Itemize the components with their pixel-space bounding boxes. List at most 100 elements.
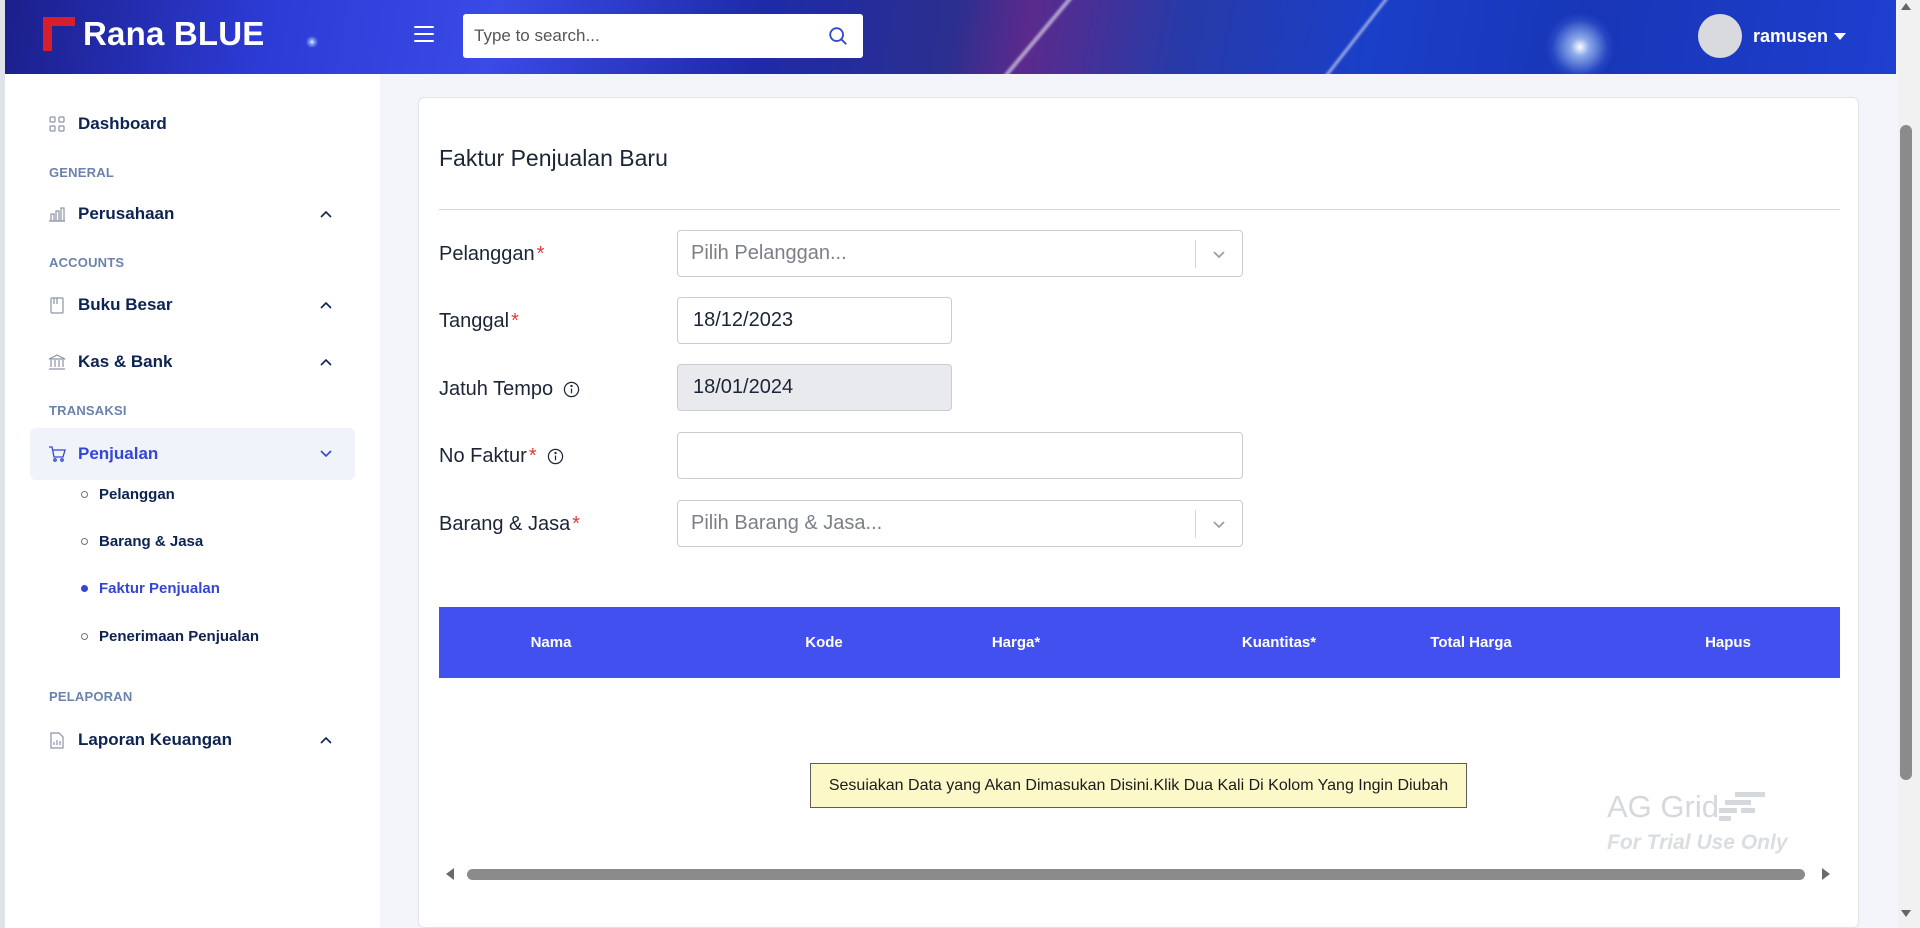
bank-icon	[48, 353, 66, 371]
invoice-form-card: Faktur Penjualan Baru Pelanggan * Pilih P…	[418, 97, 1859, 928]
sidebar-item-label: Kas & Bank	[78, 352, 173, 371]
grid-column-harga[interactable]: Harga*	[992, 634, 1040, 651]
chevron-up-icon	[320, 736, 332, 744]
info-icon[interactable]	[563, 381, 580, 398]
sidebar-item-perusahaan[interactable]: Perusahaan	[30, 188, 355, 240]
grid-column-nama[interactable]: Nama	[531, 634, 572, 651]
grid-watermark: AG Grid For Trial Use Only	[1607, 789, 1788, 855]
sidebar-subitem[interactable]: Barang & Jasa	[81, 528, 203, 554]
no-faktur-label: No Faktur *	[439, 445, 564, 468]
select-placeholder: Pilih Barang & Jasa...	[691, 512, 883, 534]
grid-icon	[48, 115, 66, 133]
page-scrollbar-thumb[interactable]	[1900, 125, 1912, 780]
grid-header: Nama Kode Harga* Kuantitas* Total Harga …	[439, 607, 1840, 678]
section-label-general: GENERAL	[49, 165, 114, 180]
pelanggan-label: Pelanggan *	[439, 243, 544, 266]
sidebar-item-label: Laporan Keuangan	[78, 730, 232, 749]
tanggal-label: Tanggal *	[439, 310, 519, 333]
horizontal-scrollbar-thumb[interactable]	[467, 869, 1805, 880]
header-decor-glow	[305, 35, 319, 49]
sidebar-subitem-label: Pelanggan	[99, 485, 175, 503]
sidebar-item-label: Penjualan	[78, 444, 159, 463]
brand-name: Rana BLUE	[83, 15, 265, 52]
dot-icon	[81, 490, 88, 498]
grid-column-kode[interactable]: Kode	[805, 634, 843, 651]
search-box	[463, 14, 863, 58]
grid-column-hapus[interactable]: Hapus	[1705, 634, 1751, 651]
chevron-down-icon	[1213, 250, 1225, 258]
grid-column-kuantitas[interactable]: Kuantitas*	[1242, 634, 1316, 651]
jatuh-tempo-label: Jatuh Tempo	[439, 378, 580, 401]
brand-logo-icon	[43, 17, 75, 51]
username[interactable]: ramusen	[1753, 26, 1828, 47]
chevron-up-icon	[320, 358, 332, 366]
chevron-down-icon	[320, 450, 332, 458]
user-menu[interactable]: ramusen	[1698, 14, 1847, 58]
grid-column-total-harga[interactable]: Total Harga	[1430, 634, 1511, 651]
pelanggan-select[interactable]: Pilih Pelanggan...	[677, 230, 1243, 277]
header-decor-streak	[1302, 0, 1391, 74]
no-faktur-input[interactable]	[677, 432, 1243, 479]
sidebar-item-label: Buku Besar	[78, 295, 173, 314]
chevron-up-icon	[320, 210, 332, 218]
dropdown-toggle[interactable]	[1196, 246, 1242, 262]
barang-jasa-label: Barang & Jasa *	[439, 513, 580, 536]
tanggal-date-input[interactable]: 18/12/2023	[677, 297, 952, 344]
section-label-accounts: ACCOUNTS	[49, 255, 125, 270]
label-text: No Faktur	[439, 445, 527, 467]
barang-jasa-select[interactable]: Pilih Barang & Jasa...	[677, 500, 1243, 547]
required-mark: *	[511, 310, 519, 332]
search-input[interactable]	[463, 26, 803, 46]
sidebar-subitem-label: Penerimaan Penjualan	[99, 627, 260, 645]
dot-icon	[81, 537, 88, 545]
label-text: Tanggal	[439, 310, 510, 332]
sidebar-item-dashboard[interactable]: Dashboard	[30, 98, 355, 150]
avatar[interactable]	[1698, 14, 1742, 58]
sidebar: Dashboard GENERAL Perusahaan ACCOUNTS Bu…	[5, 74, 380, 928]
sidebar-item-buku-besar[interactable]: Buku Besar	[30, 279, 355, 331]
active-dot-icon	[81, 584, 88, 592]
section-label-transaksi: TRANSAKSI	[49, 403, 127, 418]
sidebar-item-penjualan[interactable]: Penjualan	[30, 428, 355, 480]
scroll-up-arrow-icon[interactable]	[1901, 3, 1911, 10]
required-mark: *	[536, 243, 545, 265]
dropdown-toggle[interactable]	[1196, 516, 1242, 532]
chevron-up-icon	[320, 301, 332, 309]
header-decor-streak	[980, 0, 1074, 74]
building-icon	[48, 205, 66, 223]
label-text: Jatuh Tempo	[439, 378, 554, 400]
jatuh-tempo-date-input: 18/01/2024	[677, 364, 952, 411]
caret-down-icon[interactable]	[1834, 32, 1847, 40]
grid-overlay-message: Sesuiakan Data yang Akan Dimasukan Disin…	[810, 763, 1467, 808]
watermark-subtext: For Trial Use Only	[1607, 831, 1788, 854]
menu-toggle-button[interactable]	[414, 26, 434, 44]
sidebar-subitem-label: Faktur Penjualan	[99, 579, 220, 597]
divider	[439, 209, 1840, 210]
info-icon[interactable]	[547, 448, 564, 465]
sidebar-item-label: Dashboard	[78, 114, 167, 133]
scroll-left-arrow-icon[interactable]	[446, 868, 454, 880]
header-decor-glow	[1545, 12, 1615, 74]
chevron-down-icon	[1213, 520, 1225, 528]
sidebar-item-label: Perusahaan	[78, 204, 175, 223]
sidebar-subitem[interactable]: Penerimaan Penjualan	[81, 623, 259, 649]
sidebar-subitem[interactable]: Pelanggan	[81, 481, 175, 507]
sidebar-subitem[interactable]: Faktur Penjualan	[81, 575, 220, 601]
required-mark: *	[572, 513, 580, 535]
dot-icon	[81, 632, 88, 640]
label-text: Barang & Jasa	[439, 513, 571, 535]
brand[interactable]: Rana BLUE	[43, 14, 265, 54]
sidebar-subitem-label: Barang & Jasa	[99, 532, 204, 550]
book-icon	[48, 296, 66, 314]
watermark-text: AG Grid	[1607, 789, 1719, 824]
top-header: Rana BLUE ramusen	[5, 0, 1896, 74]
scroll-down-arrow-icon[interactable]	[1901, 910, 1911, 917]
scroll-right-arrow-icon[interactable]	[1822, 868, 1830, 880]
cart-icon	[48, 445, 66, 463]
sidebar-item-laporan-keuangan[interactable]: Laporan Keuangan	[30, 714, 355, 766]
sidebar-item-kas-bank[interactable]: Kas & Bank	[30, 336, 355, 388]
search-icon[interactable]	[827, 25, 849, 47]
required-mark: *	[528, 445, 537, 467]
select-placeholder: Pilih Pelanggan...	[691, 242, 847, 264]
report-icon	[48, 731, 66, 749]
